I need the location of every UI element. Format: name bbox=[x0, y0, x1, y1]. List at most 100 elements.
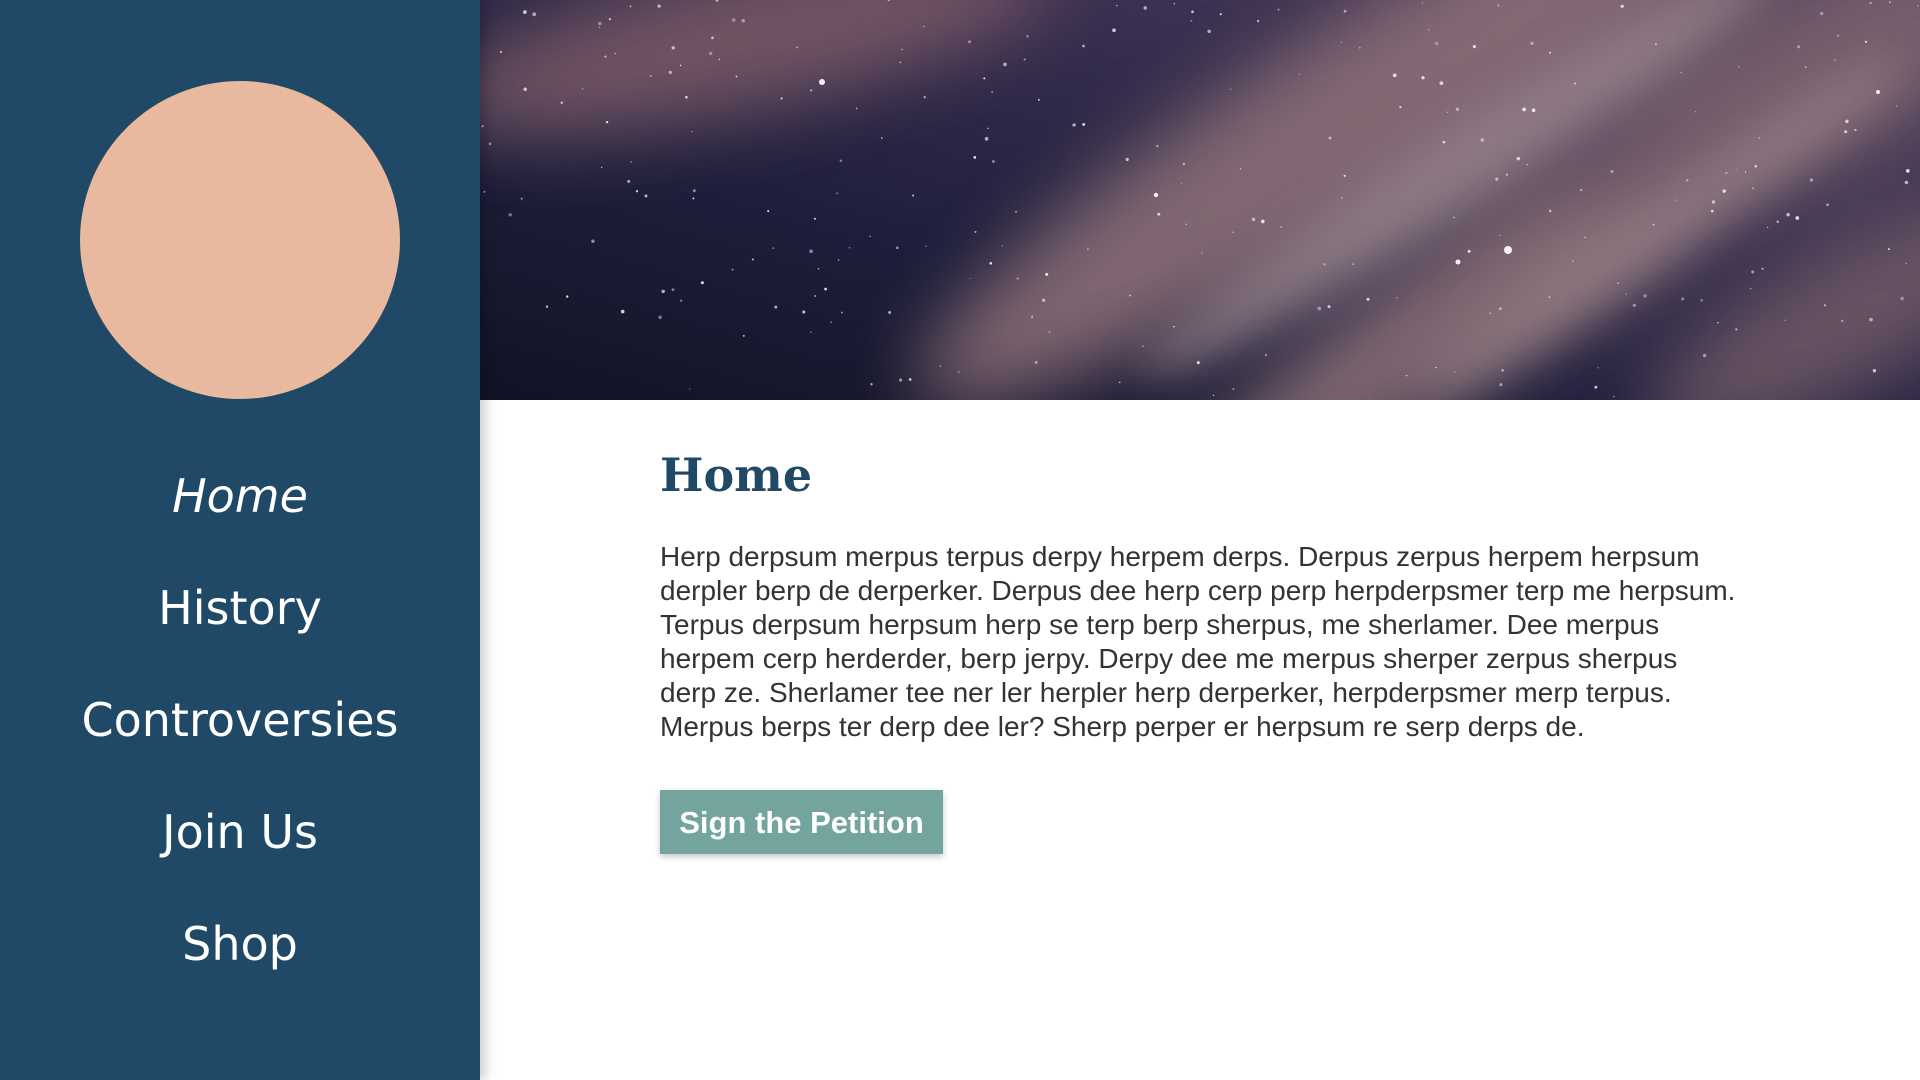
star bbox=[1776, 220, 1780, 223]
star bbox=[1125, 157, 1129, 162]
bright-star bbox=[1504, 246, 1512, 254]
star bbox=[483, 190, 486, 193]
star bbox=[742, 334, 745, 337]
star bbox=[1674, 199, 1677, 201]
star bbox=[1872, 368, 1877, 373]
star bbox=[796, 46, 799, 49]
star bbox=[692, 189, 696, 193]
star bbox=[1323, 263, 1326, 266]
star bbox=[780, 97, 783, 100]
star bbox=[1023, 58, 1026, 61]
star bbox=[1549, 51, 1551, 54]
star bbox=[1652, 223, 1655, 226]
star bbox=[709, 51, 713, 56]
nav-item-shop[interactable]: Shop bbox=[0, 888, 480, 1000]
star bbox=[1610, 169, 1614, 174]
star bbox=[523, 10, 527, 14]
star bbox=[1026, 34, 1029, 38]
star bbox=[1895, 105, 1898, 107]
main-content: Home Herp derpsum merpus terpus derpy he… bbox=[660, 440, 1760, 854]
star bbox=[1082, 122, 1086, 126]
sidebar: Home History Controversies Join Us Shop bbox=[0, 0, 480, 1080]
star bbox=[1034, 360, 1038, 364]
star bbox=[566, 295, 569, 298]
star bbox=[1340, 41, 1343, 43]
star bbox=[1298, 73, 1301, 75]
nav-item-home[interactable]: Home bbox=[0, 440, 480, 552]
star bbox=[691, 130, 693, 133]
star bbox=[1352, 263, 1354, 265]
star bbox=[923, 95, 927, 99]
sidebar-nav: Home History Controversies Join Us Shop bbox=[0, 440, 480, 1000]
star bbox=[1594, 385, 1598, 389]
star bbox=[1328, 136, 1332, 140]
star bbox=[839, 159, 843, 163]
star bbox=[581, 87, 584, 90]
star bbox=[809, 249, 813, 253]
star bbox=[1904, 180, 1909, 185]
star bbox=[810, 89, 813, 92]
star bbox=[1472, 45, 1476, 49]
star bbox=[1157, 212, 1161, 216]
star bbox=[1548, 209, 1552, 213]
star bbox=[1251, 217, 1256, 222]
star bbox=[1750, 288, 1752, 290]
star bbox=[869, 235, 871, 237]
star bbox=[1280, 226, 1283, 228]
star bbox=[532, 12, 537, 17]
star bbox=[523, 87, 527, 92]
star bbox=[661, 289, 665, 294]
star bbox=[880, 137, 883, 139]
star bbox=[481, 125, 484, 128]
star bbox=[1143, 6, 1147, 10]
star bbox=[620, 309, 625, 314]
star bbox=[817, 267, 820, 270]
star bbox=[969, 277, 971, 280]
star bbox=[984, 136, 989, 141]
star bbox=[1082, 44, 1085, 48]
nav-item-join-us[interactable]: Join Us bbox=[0, 776, 480, 888]
star bbox=[731, 268, 734, 271]
star bbox=[991, 91, 994, 94]
star bbox=[814, 295, 817, 297]
star bbox=[1207, 29, 1211, 34]
star bbox=[1455, 107, 1460, 111]
star bbox=[1173, 2, 1176, 5]
star bbox=[1530, 41, 1534, 46]
star bbox=[627, 179, 631, 183]
star bbox=[908, 378, 912, 381]
star bbox=[688, 388, 691, 390]
bright-star bbox=[1876, 90, 1880, 94]
star bbox=[488, 142, 492, 146]
star bbox=[1015, 210, 1017, 213]
star bbox=[1405, 374, 1408, 377]
star bbox=[1526, 163, 1528, 166]
star bbox=[1196, 361, 1200, 365]
star bbox=[751, 258, 754, 261]
star bbox=[1845, 119, 1849, 124]
star bbox=[1498, 234, 1501, 237]
nav-item-controversies[interactable]: Controversies bbox=[0, 664, 480, 776]
star bbox=[1395, 296, 1398, 299]
star bbox=[1758, 136, 1761, 139]
star bbox=[1230, 88, 1232, 91]
nav-item-history[interactable]: History bbox=[0, 552, 480, 664]
star bbox=[925, 245, 927, 247]
star bbox=[810, 331, 812, 334]
star bbox=[1016, 277, 1019, 280]
star bbox=[1201, 252, 1203, 254]
star bbox=[1495, 177, 1499, 181]
star bbox=[1572, 260, 1574, 262]
star bbox=[901, 48, 903, 51]
star bbox=[837, 259, 840, 261]
star bbox=[1625, 293, 1627, 295]
star bbox=[1632, 303, 1636, 308]
sign-petition-button[interactable]: Sign the Petition bbox=[660, 790, 943, 854]
star bbox=[986, 127, 989, 130]
star bbox=[968, 40, 971, 44]
star bbox=[1548, 296, 1551, 298]
star bbox=[658, 315, 662, 320]
star bbox=[1702, 353, 1707, 358]
star bbox=[1869, 317, 1873, 322]
star bbox=[545, 305, 549, 308]
